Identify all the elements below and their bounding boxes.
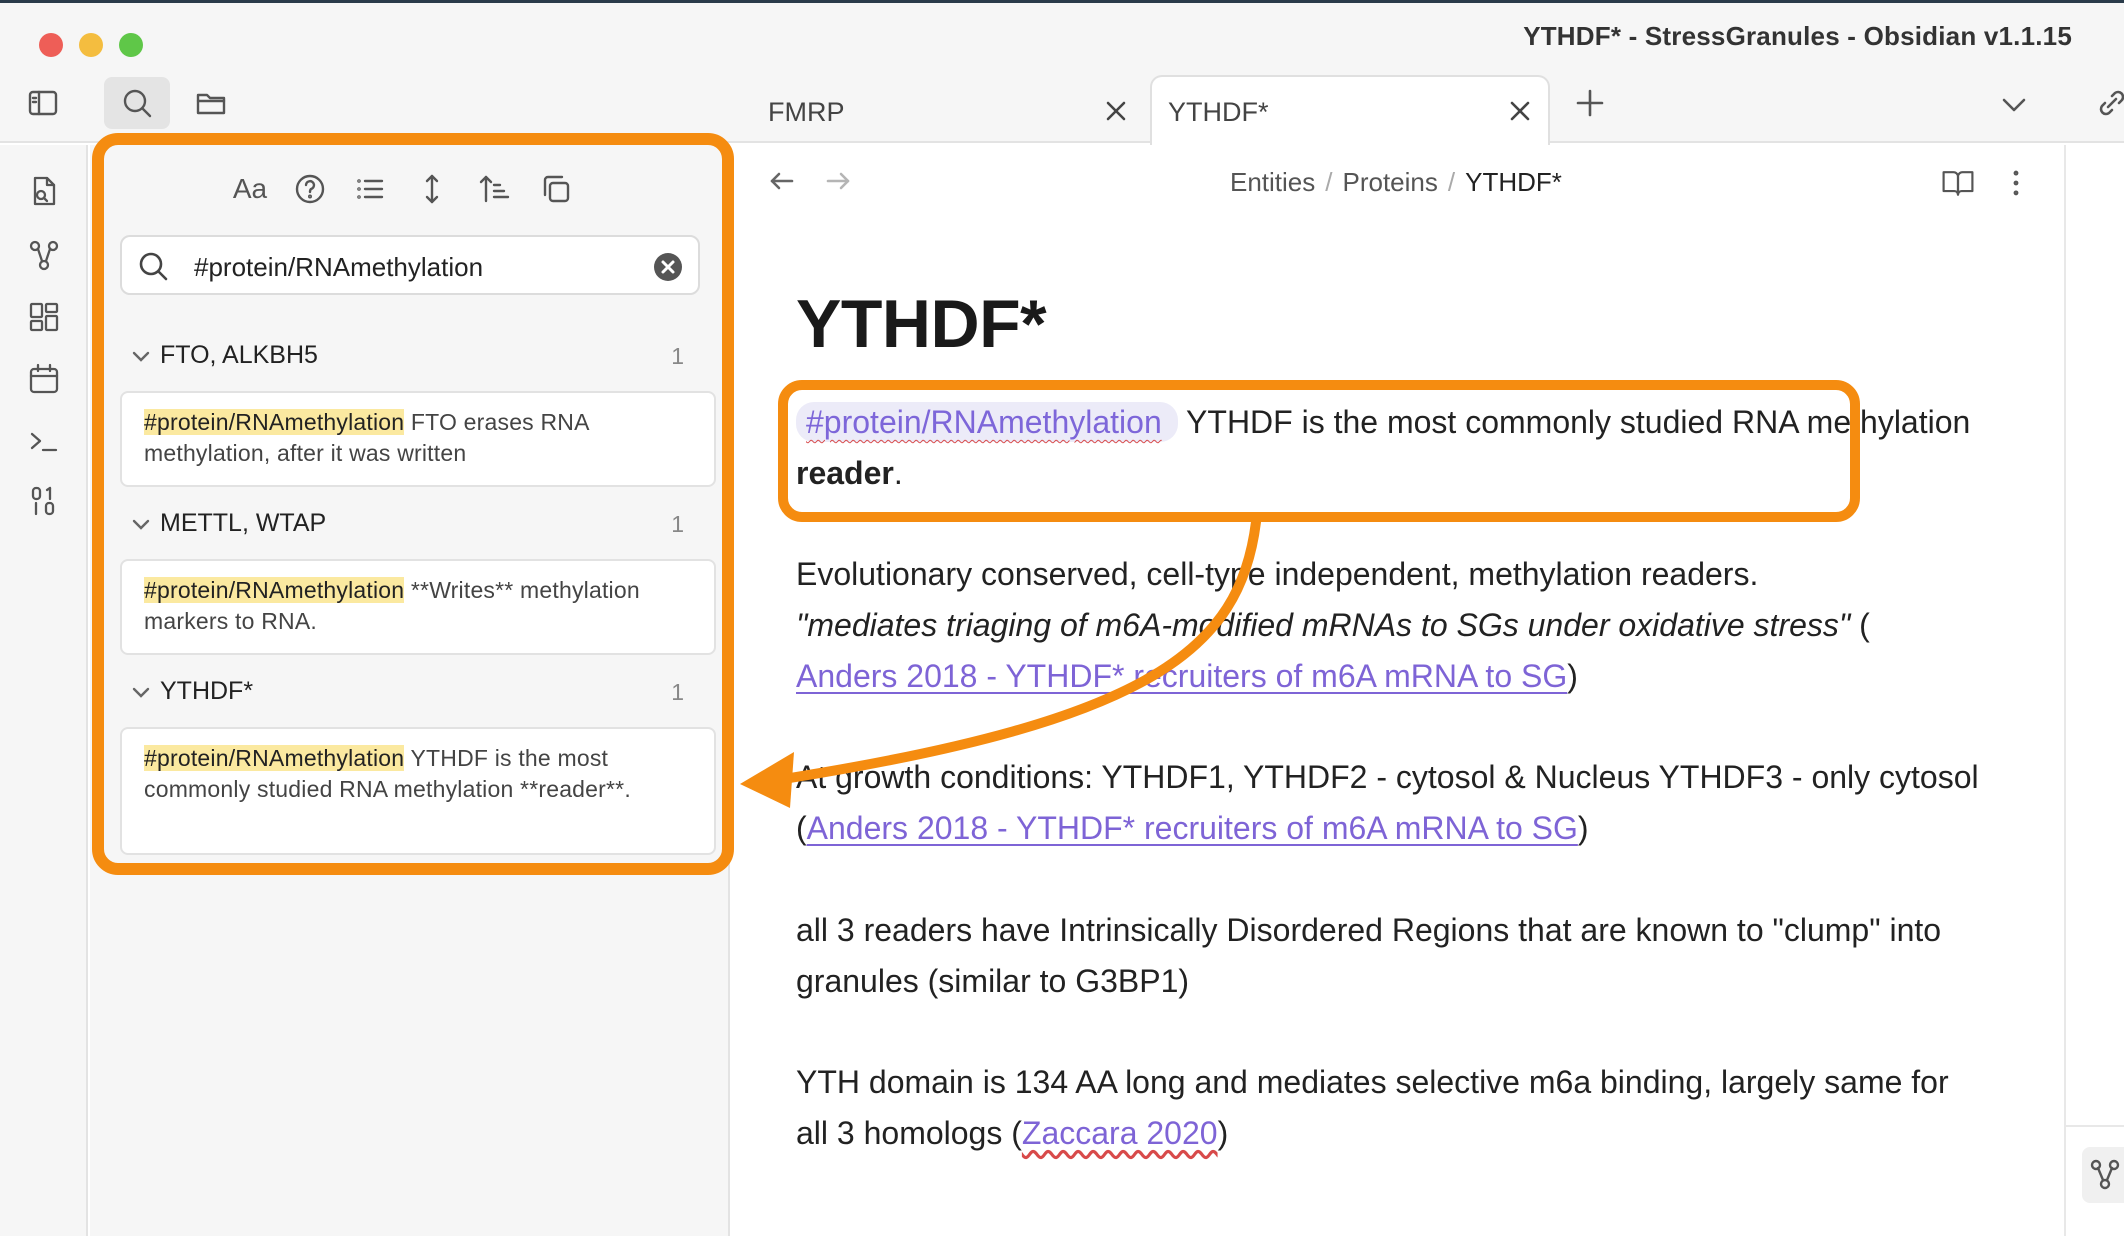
book-open-icon — [1942, 171, 1974, 196]
paragraph-text: ( — [1850, 607, 1870, 643]
divider — [2066, 1125, 2124, 1127]
plus-icon — [1576, 89, 1604, 117]
local-graph-button[interactable] — [2082, 1147, 2124, 1203]
tab-close-button[interactable] — [1100, 95, 1132, 127]
breadcrumb-current[interactable]: YTHDF* — [1465, 167, 1562, 197]
sidebar-toggle-icon — [28, 90, 58, 116]
breadcrumb-separator: / — [1325, 167, 1333, 197]
paragraph-growth-conditions: At growth conditions: YTHDF1, YTHDF2 - c… — [796, 752, 1996, 854]
more-vertical-icon — [2013, 170, 2019, 196]
paragraph-conserved: Evolutionary conserved, cell-type indepe… — [796, 549, 1996, 702]
terminal-icon — [30, 432, 58, 452]
arrow-left-icon — [770, 172, 794, 190]
templates-button[interactable] — [22, 479, 66, 523]
tab-list-button[interactable] — [1996, 87, 2032, 123]
quote-text: "mediates triaging of m6A-modified mRNAs… — [796, 607, 1851, 643]
paragraph-text: ) — [1577, 810, 1589, 846]
calendar-icon — [29, 363, 59, 394]
minimize-window-button[interactable] — [79, 33, 103, 57]
graph-icon — [2090, 1159, 2120, 1190]
chevron-down-icon — [2002, 98, 2026, 112]
more-options-button[interactable] — [1998, 165, 2038, 205]
quick-switcher-button[interactable] — [22, 169, 66, 213]
breadcrumb: Entities / Proteins / YTHDF* — [1230, 167, 1562, 198]
close-window-button[interactable] — [39, 33, 63, 57]
file-explorer-button[interactable] — [178, 77, 244, 129]
editor-pane: Entities / Proteins / YTHDF* YTHDF* #protein… — [732, 145, 2124, 1236]
tab-strip: FMRP YTHDF* — [0, 63, 2124, 145]
left-ribbon — [0, 145, 88, 1236]
paragraph-idr: all 3 readers have Intrinsically Disorde… — [796, 905, 1976, 1007]
graph-icon — [29, 240, 59, 271]
search-view-button[interactable] — [104, 77, 170, 129]
paragraph-yth-domain: YTH domain is 134 AA long and mediates s… — [796, 1057, 1976, 1159]
note-title: YTHDF* — [796, 286, 1047, 362]
navigate-back-button[interactable] — [766, 165, 806, 205]
tab-ythdf[interactable]: YTHDF* — [1150, 75, 1550, 145]
search-icon — [123, 89, 152, 118]
link-button[interactable] — [2094, 85, 2124, 121]
tab-close-button[interactable] — [1504, 95, 1536, 127]
binary-icon — [31, 486, 55, 516]
command-palette-button[interactable] — [22, 419, 66, 463]
daily-note-button[interactable] — [22, 357, 66, 401]
navigate-forward-button[interactable] — [822, 165, 862, 205]
right-sidebar-strip — [2064, 145, 2124, 1236]
internal-link[interactable]: Anders 2018 - YTHDF* recruiters of m6A m… — [807, 810, 1578, 846]
paragraph-text: ) — [1217, 1115, 1229, 1151]
reading-view-button[interactable] — [1940, 165, 1980, 205]
internal-link[interactable]: Anders 2018 - YTHDF* recruiters of m6A m… — [796, 658, 1567, 694]
paragraph-text: all 3 readers have Intrinsically Disorde… — [796, 912, 1942, 999]
file-search-icon — [33, 176, 56, 206]
zoom-window-button[interactable] — [119, 33, 143, 57]
annotation-box-tag-line — [778, 380, 1860, 522]
annotation-box-search-results — [92, 133, 734, 875]
internal-link[interactable]: Zaccara 2020 — [1022, 1115, 1218, 1151]
arrow-right-icon — [826, 172, 850, 190]
new-tab-button[interactable] — [1570, 83, 1610, 123]
close-icon — [1510, 101, 1530, 121]
window-title: YTHDF* - StressGranules - Obsidian v1.1.… — [1523, 21, 2072, 51]
link-icon — [2099, 90, 2124, 116]
canvas-button[interactable] — [22, 295, 66, 339]
breadcrumb-item[interactable]: Proteins — [1343, 167, 1438, 197]
toggle-left-sidebar-button[interactable] — [10, 77, 76, 129]
paragraph-text: YTH domain is 134 AA long and mediates s… — [796, 1064, 1949, 1151]
close-icon — [1106, 101, 1126, 121]
layout-grid-icon — [29, 302, 59, 332]
obsidian-window: YTHDF* - StressGranules - Obsidian v1.1.… — [0, 0, 2124, 1236]
tab-fmrp[interactable]: FMRP — [750, 75, 1140, 145]
paragraph-text: ) — [1567, 658, 1578, 694]
folder-icon — [196, 93, 226, 115]
tab-label: FMRP — [768, 97, 845, 127]
graph-view-button[interactable] — [22, 233, 66, 277]
breadcrumb-separator: / — [1447, 167, 1456, 197]
paragraph-text: Evolutionary conserved, cell-type indepe… — [796, 556, 1759, 592]
tab-label: YTHDF* — [1168, 97, 1269, 127]
breadcrumb-item[interactable]: Entities — [1230, 167, 1315, 197]
title-bar: YTHDF* - StressGranules - Obsidian v1.1.… — [0, 3, 2124, 63]
